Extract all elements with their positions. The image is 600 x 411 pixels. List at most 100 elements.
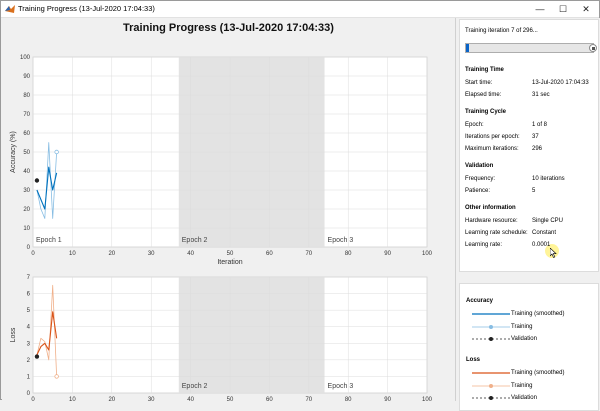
accuracy-x-tick-label: 10 [69,251,76,257]
loss-x-tick-label: 10 [69,397,76,401]
loss-x-tick-label: 0 [31,397,35,401]
accuracy-validation-marker [489,337,493,341]
elapsed-time-value: 31 sec [532,92,550,98]
learning-rate-schedule-value: Constant [532,230,557,236]
training-info-panel: Training iteration 7 of 296... Training … [459,19,599,272]
close-button[interactable]: ✕ [575,1,597,18]
accuracy-x-tick-label: 100 [422,251,433,257]
accuracy-y-tick-label: 0 [27,245,31,251]
accuracy-x-tick-label: 30 [148,251,155,257]
legend-accuracy-training: Training [511,324,533,330]
training-progress-window: Training Progress (13-Jul-2020 17:04:33)… [0,0,600,411]
loss-y-tick-label: 2 [27,358,31,364]
progress-bar-fill [466,44,469,52]
loss-y-tick-label: 4 [27,325,31,331]
accuracy-y-axis-label: Accuracy (%) [10,131,17,173]
start-time-value: 13-Jul-2020 17:04:33 [532,80,589,86]
accuracy-y-tick-label: 40 [23,169,30,175]
loss-x-tick-label: 50 [227,397,234,401]
loss-x-tick-label: 60 [266,397,273,401]
loss-y-axis-label: Loss [10,327,17,342]
maximum-iterations-value: 296 [532,146,543,152]
accuracy-y-tick-label: 10 [23,226,30,232]
frequency-label: Frequency: [465,176,496,182]
accuracy-y-tick-label: 50 [23,150,30,156]
frequency-value: 10 iterations [532,176,565,182]
mouse-pointer-icon [550,248,557,258]
loss-y-tick-label: 1 [27,374,31,380]
loss-epoch-label: Epoch 3 [328,383,354,390]
legend-accuracy-validation: Validation [511,336,537,342]
other-information-heading: Other information [465,205,516,211]
accuracy-x-tick-label: 90 [384,251,391,257]
legend-accuracy-heading: Accuracy [466,298,494,304]
loss-epoch-shade [178,277,325,393]
loss-y-tick-label: 3 [27,341,31,347]
training-time-heading: Training Time [465,67,504,73]
accuracy-x-tick-label: 40 [187,251,194,257]
loss-x-tick-label: 90 [384,397,391,401]
title-bar: Training Progress (13-Jul-2020 17:04:33)… [1,1,599,18]
accuracy-training-marker [489,325,493,329]
accuracy-x-axis-label: Iteration [217,259,242,266]
iterations-per-epoch-value: 37 [532,134,539,140]
loss-y-tick-label: 6 [27,292,31,298]
loss-y-tick-label: 5 [27,308,31,314]
accuracy-y-tick-label: 60 [23,131,30,137]
maximum-iterations-label: Maximum iterations: [465,146,519,152]
accuracy-y-tick-label: 80 [23,93,30,99]
iteration-status-text: Training iteration 7 of 296... [465,28,538,34]
learning-rate-label: Learning rate: [465,242,503,248]
loss-training-marker [489,384,493,388]
iterations-per-epoch-label: Iterations per epoch: [465,134,520,140]
hardware-resource-value: Single CPU [532,218,564,224]
info-sidebar: Training iteration 7 of 296... Training … [455,18,600,411]
loss-y-tick-label: 7 [27,275,31,281]
accuracy-epoch-label: Epoch 3 [328,237,354,244]
loss-epoch-label: Epoch 2 [182,383,208,390]
loss-training-marker [54,374,59,379]
loss-x-tick-label: 80 [345,397,352,401]
loss-x-tick-label: 30 [148,397,155,401]
matlab-app-icon [5,5,15,13]
accuracy-y-tick-label: 100 [20,55,31,61]
patience-label: Patience: [465,188,491,194]
legend-loss-validation: Validation [511,395,537,401]
minimize-button[interactable]: — [529,1,551,18]
loss-x-tick-label: 20 [108,397,115,401]
legend-panel: Accuracy Training (smoothed) Training Va… [459,283,599,411]
epoch-label: Epoch: [465,122,484,128]
loss-x-tick-label: 100 [422,397,433,401]
loss-x-tick-label: 40 [187,397,194,401]
accuracy-x-tick-label: 20 [108,251,115,257]
loss-y-tick-label: 0 [27,391,31,397]
legend-loss-heading: Loss [466,357,481,363]
accuracy-epoch-label: Epoch 2 [182,237,208,244]
legend-loss-smoothed: Training (smoothed) [511,370,565,376]
loss-legend-swatches [472,372,510,400]
accuracy-epoch-label: Epoch 1 [36,237,62,244]
accuracy-y-tick-label: 20 [23,207,30,213]
charts-canvas: Epoch 1 Epoch 2 Epoch 30102030405060708090… [10,55,433,401]
validation-heading: Validation [465,163,494,169]
start-time-label: Start time: [465,80,493,86]
accuracy-y-tick-label: 70 [23,112,30,118]
learning-rate-value: 0.0001 [532,242,551,248]
accuracy-legend-swatches [472,313,510,341]
accuracy-x-tick-label: 0 [31,251,35,257]
loss-x-tick-label: 70 [305,397,312,401]
accuracy-x-tick-label: 80 [345,251,352,257]
window-title: Training Progress (13-Jul-2020 17:04:33) [18,4,155,13]
training-cycle-heading: Training Cycle [465,109,507,115]
maximize-button[interactable]: ☐ [552,1,574,18]
accuracy-y-tick-label: 90 [23,74,30,80]
stop-training-button[interactable] [589,44,597,52]
training-progress-bar [465,43,594,53]
legend-accuracy-smoothed: Training (smoothed) [511,311,565,317]
accuracy-x-tick-label: 70 [305,251,312,257]
elapsed-time-label: Elapsed time: [465,92,502,98]
legend-loss-training: Training [511,383,533,389]
learning-rate-schedule-label: Learning rate schedule: [465,230,528,236]
hardware-resource-label: Hardware resource: [465,218,518,224]
plots-panel: Training Progress (13-Jul-2020 17:04:33)… [2,18,455,401]
